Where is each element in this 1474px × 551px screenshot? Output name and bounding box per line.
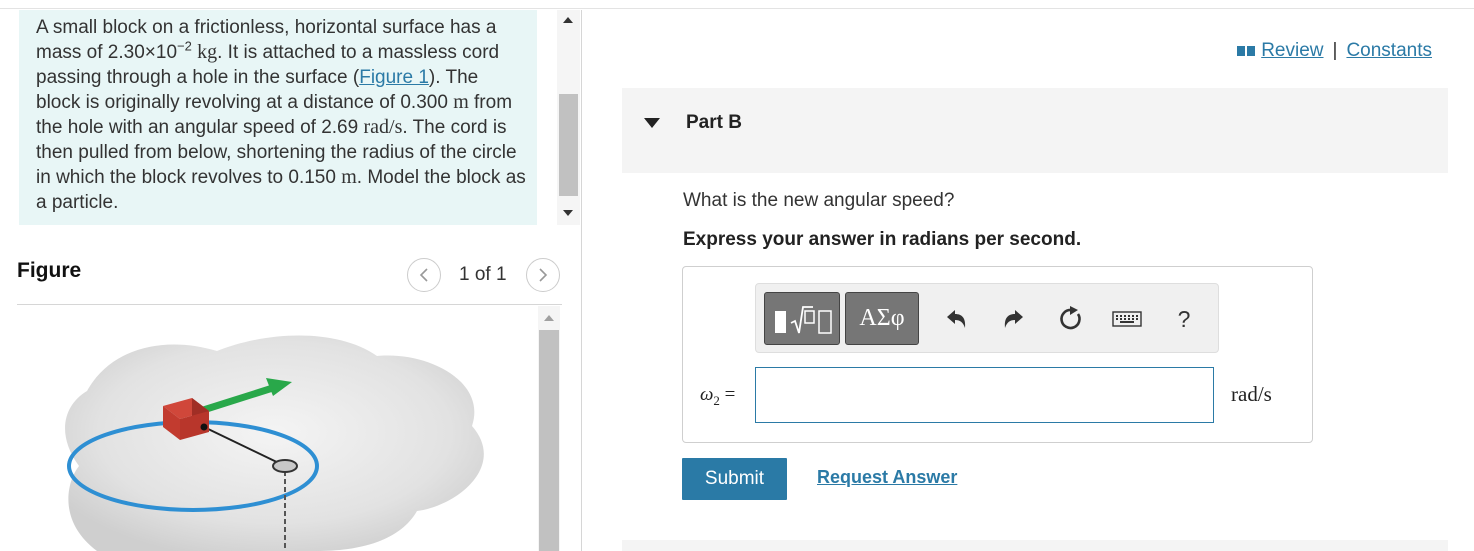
panel-divider bbox=[581, 10, 582, 551]
figure-next-button[interactable] bbox=[526, 258, 560, 292]
collapse-caret-icon[interactable] bbox=[644, 118, 660, 128]
templates-icon bbox=[775, 306, 832, 334]
undo-button[interactable] bbox=[941, 304, 971, 334]
top-border bbox=[0, 8, 1474, 9]
math-toolbar: ΑΣφ ? bbox=[755, 283, 1219, 353]
review-link[interactable]: Review bbox=[1261, 40, 1323, 62]
scroll-down-arrow-icon[interactable] bbox=[563, 210, 573, 216]
answer-unit: rad/s bbox=[1231, 382, 1272, 406]
answer-variable-label: ω2 = bbox=[700, 384, 735, 409]
header-links: Review | Constants bbox=[1237, 40, 1432, 62]
submit-button[interactable]: Submit bbox=[682, 458, 787, 500]
book-icon bbox=[1237, 46, 1256, 56]
mass-unit: kg bbox=[197, 41, 218, 63]
reset-icon bbox=[1060, 306, 1081, 330]
angular-speed-unit: rad/s bbox=[363, 116, 403, 138]
link-separator: | bbox=[1332, 40, 1338, 61]
keyboard-button[interactable] bbox=[1112, 304, 1142, 334]
figure-title: Figure bbox=[17, 259, 82, 282]
scroll-up-arrow-icon[interactable] bbox=[563, 17, 573, 23]
problem-scrollbar[interactable] bbox=[557, 10, 580, 225]
figure-separator bbox=[17, 304, 562, 305]
undo-icon bbox=[947, 310, 966, 328]
question-text: What is the new angular speed? bbox=[683, 190, 955, 211]
keyboard-icon bbox=[1112, 311, 1142, 327]
chevron-right-icon bbox=[539, 268, 548, 282]
symbols-label: ΑΣφ bbox=[859, 305, 905, 331]
hole bbox=[272, 459, 298, 473]
help-button[interactable]: ? bbox=[1169, 304, 1199, 334]
part-title: Part B bbox=[686, 112, 742, 133]
frictionless-surface bbox=[65, 335, 484, 551]
mass-exponent: −2 bbox=[177, 38, 192, 54]
scrollbar-thumb[interactable] bbox=[539, 330, 559, 551]
redo-button[interactable] bbox=[999, 304, 1029, 334]
cord-attachment bbox=[200, 423, 208, 431]
equals-sign: = bbox=[719, 384, 736, 405]
problem-statement: A small block on a frictionless, horizon… bbox=[36, 15, 526, 215]
figure-scrollbar[interactable] bbox=[538, 306, 560, 551]
constants-link[interactable]: Constants bbox=[1346, 40, 1432, 62]
figure-link[interactable]: Figure 1 bbox=[359, 67, 429, 88]
next-part-header[interactable] bbox=[622, 540, 1448, 551]
answer-input[interactable] bbox=[755, 367, 1214, 423]
redo-icon bbox=[1004, 310, 1023, 328]
answer-instruction: Express your answer in radians per secon… bbox=[683, 229, 1082, 250]
chevron-left-icon bbox=[419, 268, 428, 282]
scroll-up-arrow-icon[interactable] bbox=[544, 315, 554, 321]
figure-prev-button[interactable] bbox=[407, 258, 441, 292]
reset-button[interactable] bbox=[1056, 304, 1086, 334]
scrollbar-thumb[interactable] bbox=[559, 94, 578, 196]
figure-illustration bbox=[65, 335, 484, 551]
templates-button[interactable] bbox=[764, 292, 840, 345]
symbols-button[interactable]: ΑΣφ bbox=[845, 292, 919, 345]
part-header[interactable]: Part B bbox=[622, 88, 1448, 173]
figure-counter: 1 of 1 bbox=[459, 264, 507, 285]
distance-unit: m bbox=[453, 91, 469, 113]
distance-unit: m bbox=[341, 166, 357, 188]
request-answer-link[interactable]: Request Answer bbox=[817, 467, 957, 488]
omega-symbol: ω bbox=[700, 384, 714, 405]
